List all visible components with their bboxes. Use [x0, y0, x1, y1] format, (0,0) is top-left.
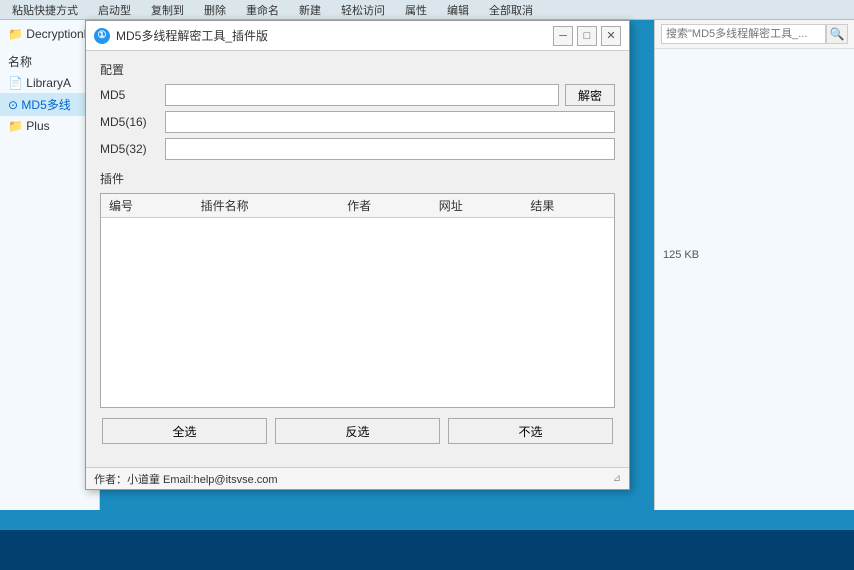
title-bar-text: MD5多线程解密工具_插件版	[116, 27, 553, 44]
taskbar	[0, 530, 854, 570]
toolbar-edit[interactable]: 编辑	[443, 2, 473, 18]
dialog-content: 配置 MD5 解密 MD5(16) MD5(32) 插件 编号 插件名称	[86, 51, 629, 454]
plugin-table: 编号 插件名称 作者 网址 结果	[101, 194, 614, 218]
top-toolbar: 粘贴快捷方式 启动型 复制到 删除 重命名 新建 轻松访问 属性 编辑 全部取消	[0, 0, 854, 20]
toolbar-launch[interactable]: 启动型	[94, 2, 135, 18]
section-config-label: 配置	[100, 61, 615, 78]
search-bar: 🔍	[655, 20, 854, 49]
circle-icon: ⊙	[8, 98, 18, 112]
title-bar-buttons: ─ □ ✕	[553, 26, 621, 46]
toolbar-deselect-all[interactable]: 全部取消	[485, 2, 537, 18]
deselect-button[interactable]: 不选	[448, 418, 613, 444]
md5-32-input[interactable]	[165, 138, 615, 160]
md5-label: MD5	[100, 88, 165, 102]
toolbar-delete[interactable]: 删除	[200, 2, 230, 18]
search-button[interactable]: 🔍	[826, 24, 848, 44]
col-header-result: 结果	[522, 194, 614, 218]
md5-16-label: MD5(16)	[100, 115, 165, 129]
md5-row: MD5 解密	[100, 84, 615, 106]
minimize-button[interactable]: ─	[553, 26, 573, 46]
file-size-label: 125 KB	[663, 249, 699, 261]
folder-icon: 📁	[8, 27, 23, 41]
select-all-button[interactable]: 全选	[102, 418, 267, 444]
file-icon: 📄	[8, 76, 23, 90]
folder-plus-icon: 📁	[8, 119, 23, 133]
toolbar-copy[interactable]: 复制到	[147, 2, 188, 18]
section-plugin-label: 插件	[100, 170, 615, 187]
search-input[interactable]	[661, 24, 826, 44]
plugin-table-container[interactable]: 编号 插件名称 作者 网址 结果	[100, 193, 615, 408]
maximize-button[interactable]: □	[577, 26, 597, 46]
invert-button[interactable]: 反选	[275, 418, 440, 444]
resize-grip[interactable]: ⊿	[613, 473, 621, 484]
md5-16-row: MD5(16)	[100, 111, 615, 133]
md5-32-label: MD5(32)	[100, 142, 165, 156]
right-panel: 🔍 125 KB	[654, 20, 854, 510]
toolbar-easyaccess[interactable]: 轻松访问	[337, 2, 389, 18]
status-bar: 作者：小道童 Email:help@itsvse.com ⊿	[86, 467, 629, 489]
decrypt-button[interactable]: 解密	[565, 84, 615, 106]
close-button[interactable]: ✕	[601, 26, 621, 46]
toolbar-paste[interactable]: 粘贴快捷方式	[8, 2, 82, 18]
bottom-buttons: 全选 反选 不选	[100, 418, 615, 444]
toolbar-rename[interactable]: 重命名	[242, 2, 283, 18]
md5-32-row: MD5(32)	[100, 138, 615, 160]
app-icon: ①	[94, 28, 110, 44]
col-header-author: 作者	[339, 194, 431, 218]
toolbar-properties[interactable]: 属性	[401, 2, 431, 18]
md5-input[interactable]	[165, 84, 559, 106]
toolbar-new[interactable]: 新建	[295, 2, 325, 18]
plugin-section: 插件 编号 插件名称 作者 网址 结果	[100, 170, 615, 408]
file-size-area: 125 KB	[655, 49, 854, 261]
status-text: 作者：小道童 Email:help@itsvse.com	[94, 471, 278, 487]
md5-16-input[interactable]	[165, 111, 615, 133]
col-header-number: 编号	[101, 194, 193, 218]
col-header-url: 网址	[431, 194, 523, 218]
dialog-window: ① MD5多线程解密工具_插件版 ─ □ ✕ 配置 MD5 解密 MD5(16)…	[85, 20, 630, 490]
col-header-name: 插件名称	[193, 194, 340, 218]
title-bar[interactable]: ① MD5多线程解密工具_插件版 ─ □ ✕	[86, 21, 629, 51]
